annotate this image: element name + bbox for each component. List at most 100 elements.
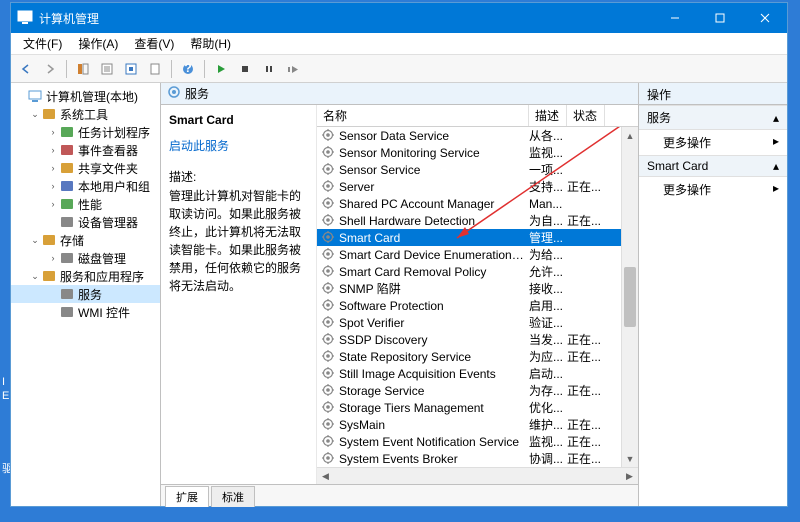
chevron-down-icon[interactable]: ⌄ <box>29 108 41 120</box>
actions-section-smartcard[interactable]: Smart Card ▴ <box>639 155 787 177</box>
service-row[interactable]: SysMain维护...正在... <box>317 416 638 433</box>
tree-item[interactable]: ›任务计划程序 <box>11 123 160 141</box>
chevron-right-icon[interactable]: › <box>47 162 59 174</box>
tree-group[interactable]: ⌄服务和应用程序 <box>11 267 160 285</box>
actions-more-smartcard[interactable]: 更多操作 ▸ <box>639 177 787 202</box>
service-row[interactable]: System Events Broker协调...正在... <box>317 450 638 467</box>
titlebar[interactable]: 计算机管理 <box>11 3 787 33</box>
vertical-scrollbar[interactable]: ▲ ▼ <box>621 127 638 467</box>
tree-item[interactable]: 服务 <box>11 285 160 303</box>
actions-more-services[interactable]: 更多操作 ▸ <box>639 130 787 155</box>
service-row[interactable]: Sensor Service一项... <box>317 161 638 178</box>
column-name[interactable]: 名称 <box>317 105 529 126</box>
close-button[interactable] <box>742 3 787 33</box>
gear-icon <box>321 298 337 314</box>
service-row[interactable]: Storage Tiers Management优化... <box>317 399 638 416</box>
service-row[interactable]: Shared PC Account ManagerMan... <box>317 195 638 212</box>
service-row[interactable]: Shell Hardware Detection为自...正在... <box>317 212 638 229</box>
tree-group[interactable]: ⌄系统工具 <box>11 105 160 123</box>
tree-group[interactable]: ⌄存储 <box>11 231 160 249</box>
tree-item[interactable]: ›本地用户和组 <box>11 177 160 195</box>
service-row[interactable]: Storage Service为存...正在... <box>317 382 638 399</box>
service-status: 正在... <box>567 212 605 229</box>
service-row[interactable]: Server支持...正在... <box>317 178 638 195</box>
tree-item[interactable]: ›事件查看器 <box>11 141 160 159</box>
scroll-up-button[interactable]: ▲ <box>622 127 638 144</box>
column-status[interactable]: 状态 <box>567 105 605 126</box>
collapse-icon: ▴ <box>773 159 779 173</box>
chevron-right-icon[interactable]: › <box>47 198 59 210</box>
properties-button[interactable] <box>96 58 118 80</box>
service-row[interactable]: SSDP Discovery当发...正在... <box>317 331 638 348</box>
service-row[interactable]: Sensor Monitoring Service监视... <box>317 144 638 161</box>
chevron-right-icon[interactable]: › <box>47 126 59 138</box>
service-status: 正在... <box>567 433 605 450</box>
service-row[interactable]: SNMP 陷阱接收... <box>317 280 638 297</box>
column-description[interactable]: 描述 <box>529 105 567 126</box>
scroll-down-button[interactable]: ▼ <box>622 450 638 467</box>
service-row[interactable]: Smart Card管理... <box>317 229 638 246</box>
back-button[interactable] <box>15 58 37 80</box>
main-pane: 服务 Smart Card 启动此服务 描述: 管理此计算机对智能卡的取读访问。… <box>161 83 639 506</box>
chevron-right-icon[interactable]: › <box>47 144 59 156</box>
service-description: 启动... <box>529 365 567 382</box>
minimize-button[interactable] <box>652 3 697 33</box>
service-status: 正在... <box>567 348 605 365</box>
item-icon <box>59 250 75 266</box>
horizontal-scrollbar[interactable]: ◀ ▶ <box>317 467 638 484</box>
maximize-button[interactable] <box>697 3 742 33</box>
tab-extended[interactable]: 扩展 <box>165 486 209 507</box>
start-service-button[interactable] <box>210 58 232 80</box>
gear-icon <box>321 315 337 331</box>
gear-icon <box>321 196 337 212</box>
tree-item[interactable]: 设备管理器 <box>11 213 160 231</box>
restart-service-button[interactable] <box>282 58 304 80</box>
forward-button[interactable] <box>39 58 61 80</box>
service-description: 接收... <box>529 280 567 297</box>
stop-service-button[interactable] <box>234 58 256 80</box>
menu-action[interactable]: 操作(A) <box>70 33 126 54</box>
show-hide-tree-button[interactable] <box>72 58 94 80</box>
actions-section-services[interactable]: 服务 ▴ <box>639 105 787 130</box>
service-name: Shell Hardware Detection <box>339 214 529 228</box>
service-detail-panel: Smart Card 启动此服务 描述: 管理此计算机对智能卡的取读访问。如果此… <box>161 105 317 484</box>
tree-item[interactable]: ›共享文件夹 <box>11 159 160 177</box>
menu-help[interactable]: 帮助(H) <box>182 33 239 54</box>
export-button[interactable] <box>144 58 166 80</box>
tree-item[interactable]: WMI 控件 <box>11 303 160 321</box>
scroll-left-button[interactable]: ◀ <box>317 471 334 482</box>
refresh-button[interactable] <box>120 58 142 80</box>
gear-icon <box>321 332 337 348</box>
tree-root[interactable]: 计算机管理(本地) <box>11 87 160 105</box>
service-row[interactable]: Smart Card Device Enumeration Service为给.… <box>317 246 638 263</box>
service-description: 支持... <box>529 178 567 195</box>
pause-service-button[interactable] <box>258 58 280 80</box>
chevron-down-icon[interactable]: ⌄ <box>29 270 41 282</box>
tree-item[interactable]: ›磁盘管理 <box>11 249 160 267</box>
service-row[interactable]: Still Image Acquisition Events启动... <box>317 365 638 382</box>
service-row[interactable]: Software Protection启用... <box>317 297 638 314</box>
tree-item[interactable]: ›性能 <box>11 195 160 213</box>
chevron-right-icon[interactable]: › <box>47 180 59 192</box>
menu-view[interactable]: 查看(V) <box>126 33 182 54</box>
scroll-right-button[interactable]: ▶ <box>621 471 638 482</box>
service-name: SSDP Discovery <box>339 333 529 347</box>
help-button[interactable]: ? <box>177 58 199 80</box>
tab-standard[interactable]: 标准 <box>211 486 255 507</box>
menu-file[interactable]: 文件(F) <box>15 33 70 54</box>
chevron-down-icon[interactable]: ⌄ <box>29 234 41 246</box>
service-description: 从各... <box>529 127 567 144</box>
folder-icon <box>41 268 57 284</box>
service-row[interactable]: State Repository Service为应...正在... <box>317 348 638 365</box>
start-service-link[interactable]: 启动此服务 <box>169 137 308 154</box>
service-row[interactable]: Sensor Data Service从各... <box>317 127 638 144</box>
service-name: SNMP 陷阱 <box>339 280 529 297</box>
chevron-right-icon[interactable]: › <box>47 252 59 264</box>
service-description: 一项... <box>529 161 567 178</box>
service-row[interactable]: Smart Card Removal Policy允许... <box>317 263 638 280</box>
scroll-thumb[interactable] <box>624 267 636 327</box>
gear-icon <box>321 383 337 399</box>
service-row[interactable]: System Event Notification Service监视...正在… <box>317 433 638 450</box>
service-row[interactable]: Spot Verifier验证... <box>317 314 638 331</box>
service-description: 监视... <box>529 433 567 450</box>
